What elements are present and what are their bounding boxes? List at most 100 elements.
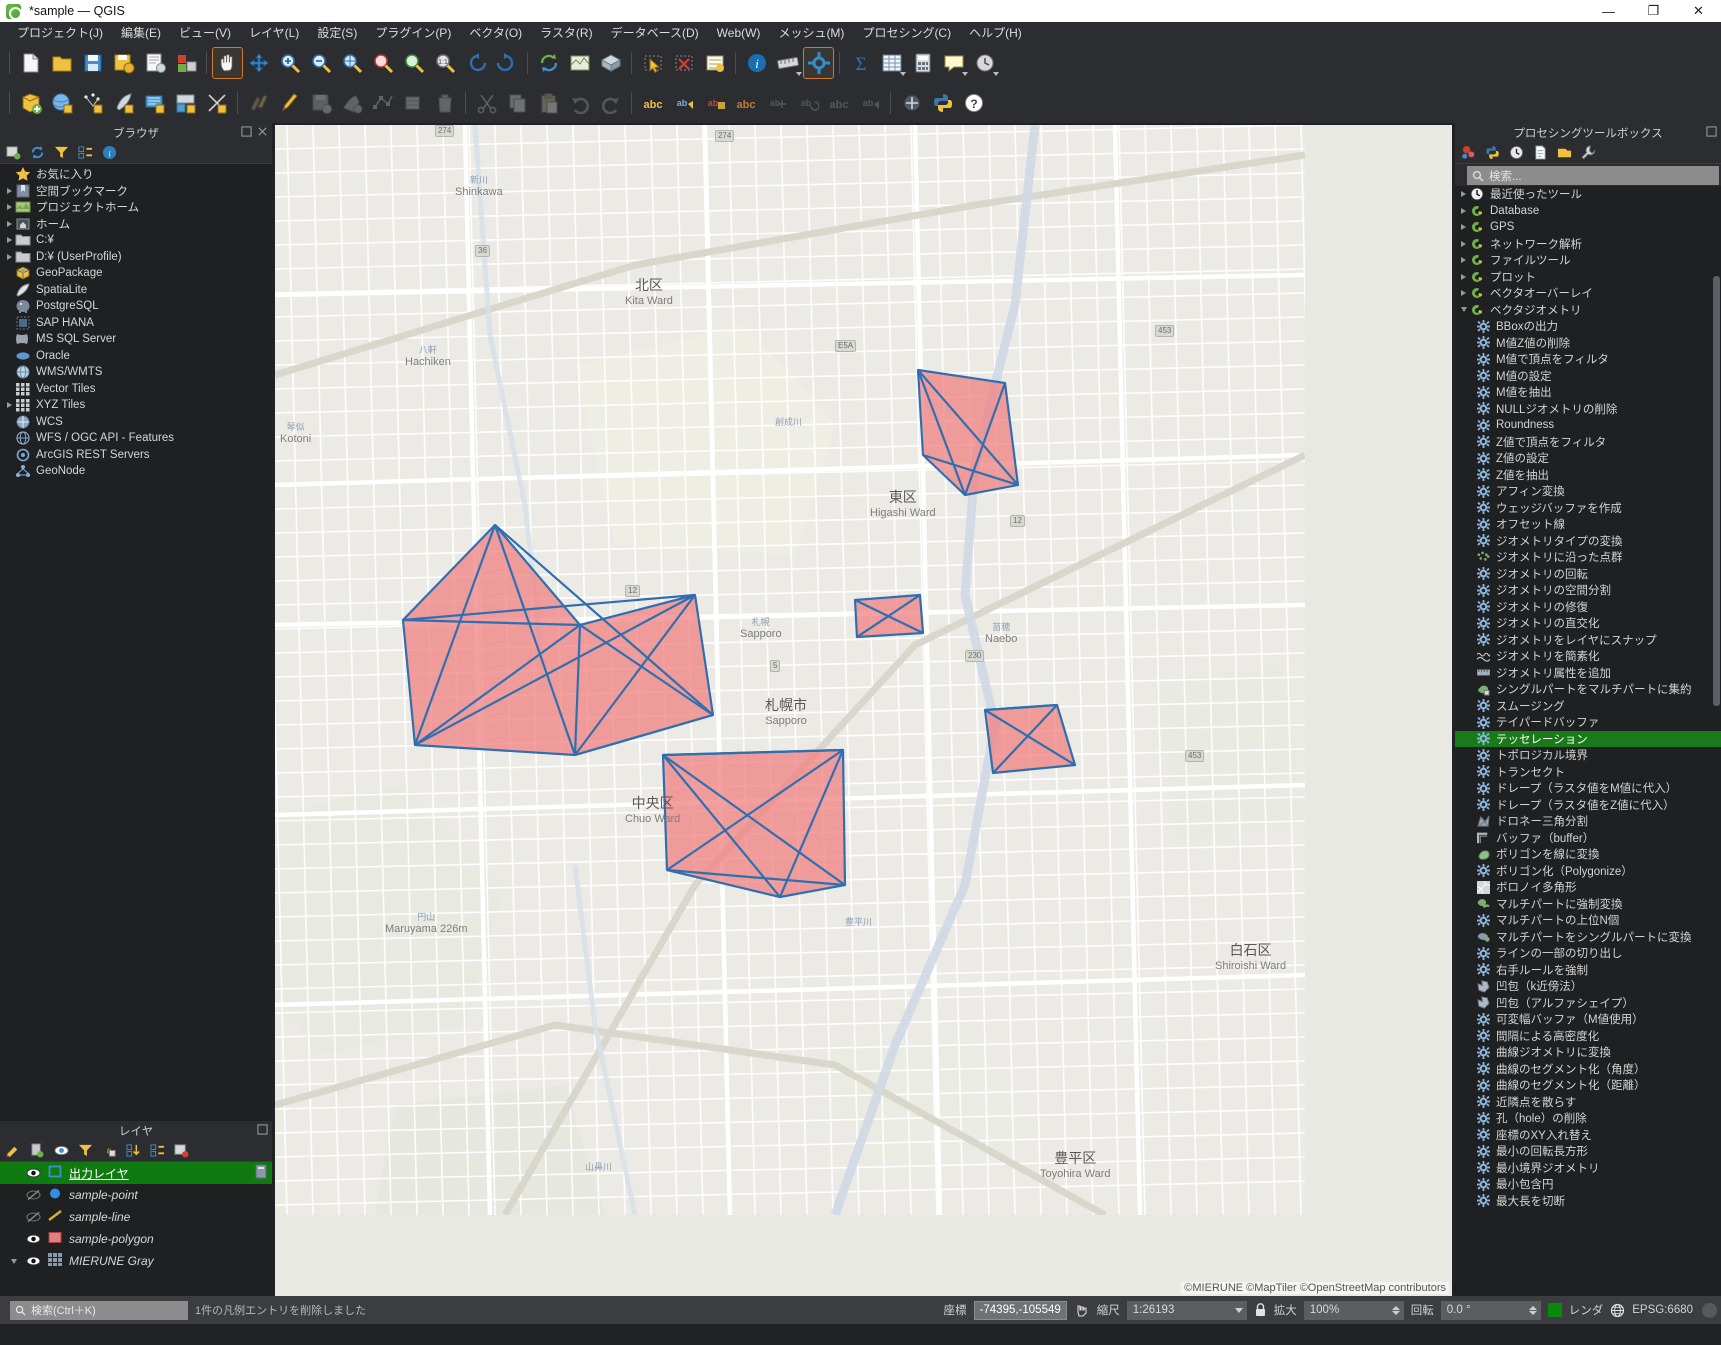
select-value-button[interactable] <box>699 47 730 79</box>
browser-item-2[interactable]: プロジェクトホーム <box>0 199 272 216</box>
new-map-view-button[interactable] <box>564 47 595 79</box>
menu-database[interactable]: データベース(D) <box>602 22 708 43</box>
toolbox-algorithm-35[interactable]: マルチパートに強制変換 <box>1455 896 1721 913</box>
minimize-button[interactable]: — <box>1586 0 1631 22</box>
refresh-icon[interactable] <box>30 145 45 160</box>
toolbox-algorithm-48[interactable]: 孔（hole）の削除 <box>1455 1110 1721 1127</box>
options-wrench-icon[interactable] <box>1581 145 1596 160</box>
options-button[interactable] <box>803 47 834 79</box>
toolbox-algorithm-33[interactable]: ポリゴン化（Polygonize） <box>1455 863 1721 880</box>
refresh-button[interactable] <box>533 47 564 79</box>
toolbox-algorithm-11[interactable]: ウェッジバッファを作成 <box>1455 500 1721 517</box>
add-spatialite-button[interactable] <box>108 87 139 119</box>
rotation-spinner[interactable] <box>1528 1305 1537 1315</box>
chevron-right-icon[interactable] <box>4 402 15 409</box>
label-toggle-button[interactable]: abc <box>637 87 668 119</box>
visibility-eye-icon[interactable] <box>26 1233 41 1245</box>
toolbox-algorithm-3[interactable]: M値の設定 <box>1455 368 1721 385</box>
toolbox-algorithm-17[interactable]: ジオメトリの修復 <box>1455 599 1721 616</box>
chevron-right-icon[interactable] <box>4 237 15 244</box>
toolbox-algorithm-13[interactable]: ジオメトリタイプの変換 <box>1455 533 1721 550</box>
help-button[interactable]: ? <box>958 87 989 119</box>
new-project-button[interactable] <box>15 47 46 79</box>
toolbox-group-4[interactable]: ファイルツール <box>1455 252 1721 269</box>
toolbox-algorithm-34[interactable]: ボロノイ多角形 <box>1455 879 1721 896</box>
label-options-button[interactable]: ab <box>668 87 699 119</box>
browser-item-17[interactable]: ArcGIS REST Servers <box>0 447 272 464</box>
layer-item-3[interactable]: sample-polygon <box>0 1228 272 1250</box>
messages-log-button[interactable] <box>1702 1302 1717 1318</box>
filter-icon[interactable] <box>54 145 69 160</box>
chevron-down-icon[interactable] <box>962 72 968 76</box>
properties-info-icon[interactable]: i <box>102 145 117 160</box>
save-project-button[interactable] <box>77 47 108 79</box>
expand-all-icon[interactable] <box>126 1143 141 1158</box>
chevron-right-icon[interactable] <box>4 220 15 227</box>
float-icon[interactable] <box>257 1124 268 1135</box>
scale-combo[interactable]: 1:26193 <box>1126 1300 1247 1320</box>
coordinate-value[interactable]: -74395,-105549 <box>973 1300 1067 1320</box>
toolbox-algorithm-8[interactable]: Z値の設定 <box>1455 450 1721 467</box>
change-label-button[interactable]: abc <box>730 87 761 119</box>
toolbox-algorithm-31[interactable]: バッファ（buffer） <box>1455 830 1721 847</box>
browser-item-16[interactable]: WFS / OGC API - Features <box>0 430 272 447</box>
chevron-right-icon[interactable] <box>1458 257 1469 264</box>
filter-legend-icon[interactable] <box>78 1143 93 1158</box>
temporal-button[interactable] <box>969 47 1000 79</box>
float-icon[interactable] <box>1706 126 1717 137</box>
magnifier-spinbox[interactable]: 100% <box>1303 1300 1404 1320</box>
zoom-out-button[interactable] <box>305 47 336 79</box>
toolbox-group-0[interactable]: 最近使ったツール <box>1455 186 1721 203</box>
toolbox-algorithm-44[interactable]: 曲線ジオメトリに変換 <box>1455 1044 1721 1061</box>
toolbox-search-box[interactable]: 検索... <box>1467 166 1719 185</box>
browser-item-15[interactable]: WCS <box>0 414 272 431</box>
manage-visibility-icon[interactable] <box>54 1143 69 1158</box>
browser-item-3[interactable]: ホーム <box>0 216 272 233</box>
toolbox-algorithm-37[interactable]: マルチパートをシングルパートに変換 <box>1455 929 1721 946</box>
add-raster-layer-button[interactable] <box>46 87 77 119</box>
toolbox-algorithm-16[interactable]: ジオメトリの空間分割 <box>1455 582 1721 599</box>
add-mssql-button[interactable] <box>170 87 201 119</box>
toolbox-algorithm-12[interactable]: オフセット線 <box>1455 516 1721 533</box>
chevron-down-icon[interactable] <box>993 72 999 76</box>
toolbox-group-2[interactable]: GPS <box>1455 219 1721 236</box>
add-layer-icon[interactable] <box>6 145 21 160</box>
statistics-button[interactable]: Σ <box>845 47 876 79</box>
attribute-table-button[interactable] <box>876 47 907 79</box>
rotation-spinbox[interactable]: 0.0 ° <box>1440 1300 1541 1320</box>
style-manager-button[interactable] <box>170 47 201 79</box>
toolbox-algorithm-30[interactable]: ドロネー三角分割 <box>1455 813 1721 830</box>
browser-item-10[interactable]: MS SQL Server <box>0 331 272 348</box>
browser-item-1[interactable]: 空間ブックマーク <box>0 183 272 200</box>
highlight-pinned-button[interactable]: ab <box>699 87 730 119</box>
chevron-right-icon[interactable] <box>4 204 15 211</box>
toolbox-algorithm-10[interactable]: アフィン変換 <box>1455 483 1721 500</box>
toolbox-algorithm-23[interactable]: スムージング <box>1455 698 1721 715</box>
toolbox-algorithm-22[interactable]: シングルパートをマルチパートに集約 <box>1455 681 1721 698</box>
toolbox-algorithm-52[interactable]: 最小包含円 <box>1455 1176 1721 1193</box>
toolbox-algorithm-26[interactable]: トポロジカル境界 <box>1455 747 1721 764</box>
python-console-button[interactable] <box>927 87 958 119</box>
browser-item-4[interactable]: C:¥ <box>0 232 272 249</box>
edit-model-icon[interactable] <box>1557 145 1572 160</box>
toolbox-algorithm-36[interactable]: マルチパートの上位N個 <box>1455 912 1721 929</box>
toolbox-algorithm-40[interactable]: 凹包（k近傍法） <box>1455 978 1721 995</box>
remove-layer-icon[interactable] <box>174 1143 189 1158</box>
layer-item-0[interactable]: 出力レイヤ <box>0 1162 272 1184</box>
collapse-all-icon[interactable] <box>78 145 93 160</box>
new-print-layout-button[interactable] <box>139 47 170 79</box>
menu-help[interactable]: ヘルプ(H) <box>960 22 1031 43</box>
field-calculator-button[interactable] <box>907 47 938 79</box>
toolbox-algorithm-29[interactable]: ドレープ（ラスタ値をZ値に代入） <box>1455 797 1721 814</box>
toolbox-algorithm-27[interactable]: トランセクト <box>1455 764 1721 781</box>
results-viewer-icon[interactable] <box>1533 145 1548 160</box>
toolbox-algorithm-46[interactable]: 曲線のセグメント化（距離） <box>1455 1077 1721 1094</box>
menu-mesh[interactable]: メッシュ(M) <box>769 22 853 43</box>
zoom-next-button[interactable] <box>491 47 522 79</box>
lock-icon[interactable] <box>1254 1302 1267 1318</box>
browser-item-0[interactable]: お気に入り <box>0 166 272 183</box>
toolbox-algorithm-51[interactable]: 最小境界ジオメトリ <box>1455 1160 1721 1177</box>
globe-icon[interactable] <box>1610 1303 1625 1318</box>
chevron-down-icon[interactable] <box>1458 307 1469 313</box>
toolbox-algorithm-53[interactable]: 最大長を切断 <box>1455 1193 1721 1210</box>
